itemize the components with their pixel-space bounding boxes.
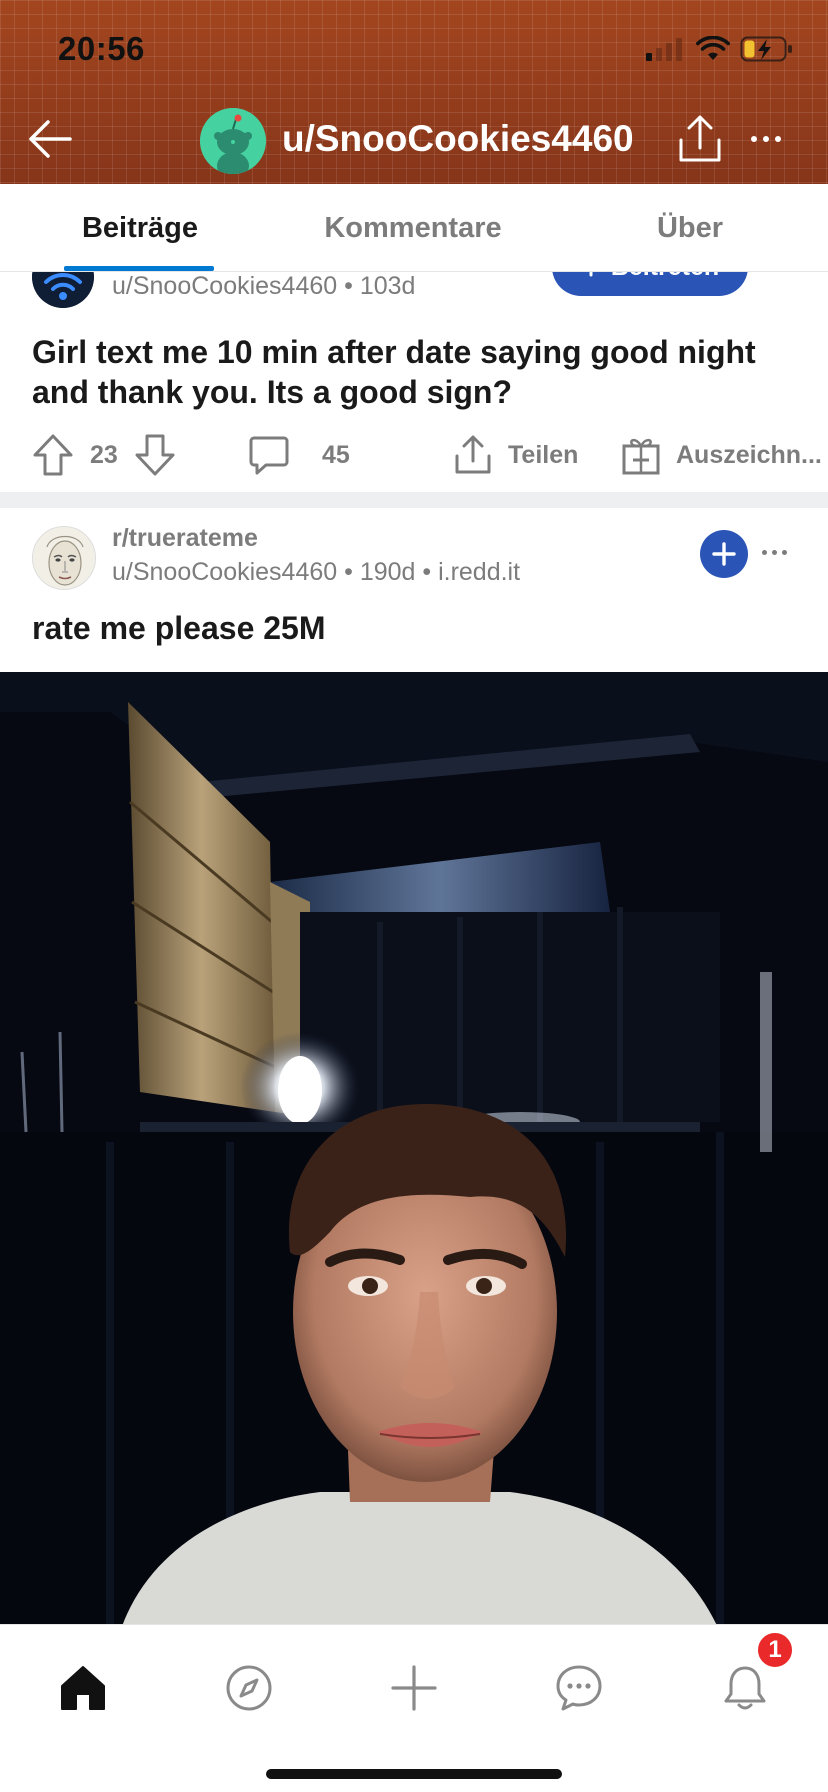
create-icon <box>391 1665 437 1711</box>
share-icon <box>679 115 721 162</box>
active-tab-indicator <box>64 266 214 271</box>
notification-badge: 1 <box>756 1631 794 1669</box>
award-label: Auszeichn... <box>676 440 822 469</box>
share-post-button[interactable]: Teilen <box>452 422 578 488</box>
post-meta: u/SnooCookies4460 • 103d <box>112 272 416 300</box>
community-avatar[interactable] <box>32 526 96 590</box>
plus-icon <box>589 272 593 277</box>
nav-home[interactable] <box>48 1653 118 1723</box>
nav-create[interactable] <box>379 1653 449 1723</box>
tab-about[interactable]: Über <box>620 184 760 272</box>
award-button[interactable]: Auszeichn... <box>620 422 822 488</box>
home-indicator <box>266 1769 562 1779</box>
post-title[interactable]: rate me please 25M <box>32 610 326 647</box>
status-bar: 20:56 <box>0 0 828 100</box>
user-avatar[interactable] <box>200 108 266 174</box>
comments-button[interactable] <box>248 422 290 488</box>
upvote-button[interactable] <box>32 422 74 488</box>
share-button[interactable] <box>672 112 728 168</box>
wifi-icon <box>696 36 730 60</box>
post-action-bar: 23 45 Teilen Auszeichn... <box>0 422 828 488</box>
share-icon <box>455 435 491 474</box>
comment-bubble-icon <box>249 436 289 475</box>
chat-icon <box>556 1665 602 1711</box>
tab-comments[interactable]: Kommentare <box>300 184 526 272</box>
face-sketch-icon <box>33 527 95 589</box>
more-options-button[interactable] <box>738 114 794 164</box>
community-avatar[interactable] <box>32 272 94 308</box>
gift-award-icon <box>622 438 660 475</box>
back-button[interactable] <box>22 114 78 164</box>
comment-count: 45 <box>322 440 350 469</box>
upvote-arrow-icon <box>33 434 73 476</box>
post-image[interactable] <box>0 672 828 1624</box>
status-icons <box>646 34 794 64</box>
home-icon <box>61 1666 105 1710</box>
vote-count: 23 <box>90 440 118 469</box>
join-subreddit-button[interactable] <box>700 530 748 578</box>
profile-tabs: Beiträge Kommentare Über <box>0 184 828 272</box>
downvote-button[interactable] <box>134 422 176 488</box>
explore-icon <box>226 1665 272 1711</box>
snoo-avatar-icon <box>200 108 266 174</box>
nav-explore[interactable] <box>214 1653 284 1723</box>
profile-username: u/SnooCookies4460 <box>282 118 634 159</box>
subreddit-name[interactable]: r/truerateme <box>112 524 258 553</box>
bottom-navigation: 1 <box>0 1624 828 1792</box>
dot-icon <box>763 136 769 142</box>
dot-icon <box>775 136 781 142</box>
selfie-photo <box>0 672 828 1624</box>
battery-charging-icon <box>740 36 792 62</box>
dot-icon <box>782 550 787 555</box>
downvote-arrow-icon <box>135 434 175 476</box>
post-card[interactable]: r/truerateme u/SnooCookies4460 • 190d • … <box>0 508 828 1624</box>
plus-icon <box>712 542 736 566</box>
wifi-community-icon <box>32 272 94 308</box>
share-label: Teilen <box>508 440 579 469</box>
join-button[interactable]: Beitreten <box>552 272 748 296</box>
arrow-left-icon <box>29 120 72 158</box>
dot-icon <box>762 550 767 555</box>
post-options-button[interactable] <box>762 550 787 555</box>
header-nav: u/SnooCookies4460 <box>0 100 828 184</box>
dot-icon <box>772 550 777 555</box>
post-divider <box>0 492 828 508</box>
tab-posts[interactable]: Beiträge <box>38 184 242 272</box>
post-meta: u/SnooCookies4460 • 190d • i.redd.it <box>112 558 521 586</box>
nav-chat[interactable] <box>544 1653 614 1723</box>
post-feed: u/SnooCookies4460 • 103d Beitreten Girl … <box>0 272 828 1624</box>
profile-header: 20:56 u/SnooCookies4460 <box>0 0 828 184</box>
bell-icon <box>724 1666 766 1710</box>
join-label: Beitreten <box>611 272 719 282</box>
status-time: 20:56 <box>58 30 145 67</box>
dot-icon <box>751 136 757 142</box>
cellular-signal-icon <box>646 38 682 61</box>
post-title[interactable]: Girl text me 10 min after date saying go… <box>32 332 802 412</box>
